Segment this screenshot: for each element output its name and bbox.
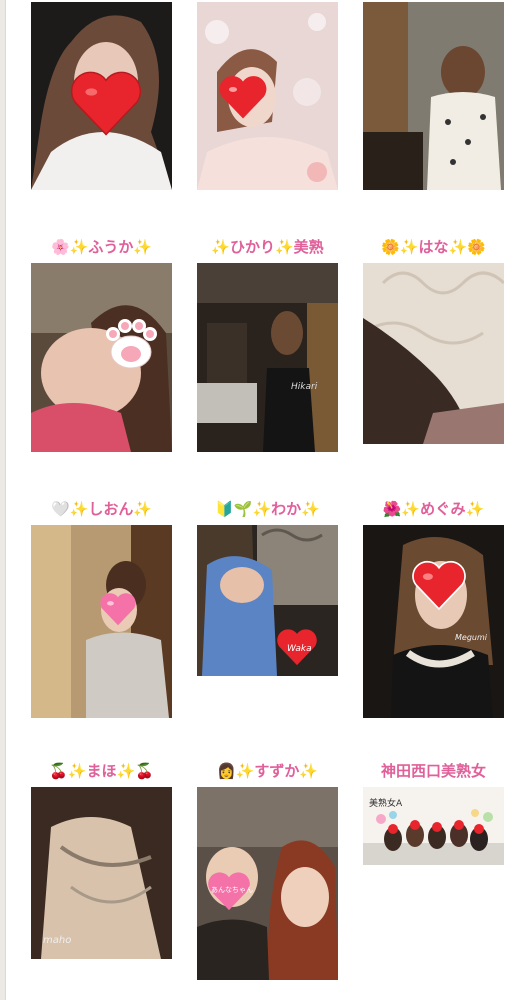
cast-name-label[interactable]: 🍒✨まほ✨🍒 [31, 760, 172, 781]
cast-name-label[interactable]: 🌸✨ふうか✨ [31, 236, 172, 257]
cat-paw-sticker-icon [103, 318, 159, 374]
cast-name-label[interactable]: 🌼✨はな✨🌼 [363, 236, 504, 257]
photo-caption: あんなちゃん [211, 886, 253, 894]
photo-signature: maho [43, 935, 72, 946]
photo-caption: 美熟女A [369, 799, 403, 809]
cast-name-label[interactable]: 神田西口美熟女 [363, 760, 504, 781]
page-left-edge [0, 0, 6, 1000]
heart-sticker-icon [411, 560, 467, 614]
cast-name-label[interactable]: 🌺✨めぐみ✨ [363, 498, 504, 519]
heart-sticker-icon [69, 70, 143, 140]
photo-signature: Hikari [291, 382, 318, 392]
cast-name-label[interactable]: 🤍✨しおん✨ [31, 498, 172, 519]
profile-photo[interactable] [363, 2, 504, 190]
heart-sticker-icon [99, 592, 137, 630]
profile-photo[interactable] [197, 263, 338, 452]
profile-photo[interactable] [31, 787, 172, 959]
profile-photo[interactable] [363, 525, 504, 718]
heart-sticker-icon [218, 74, 268, 124]
cast-name-label[interactable]: ✨ひかり✨美熟 [197, 236, 338, 257]
profile-photo[interactable] [363, 263, 504, 444]
cast-name-label[interactable]: 👩✨すずか✨ [197, 760, 338, 781]
photo-signature: Waka [287, 644, 312, 654]
photo-signature: Megumi [455, 633, 487, 642]
cast-name-label[interactable]: 🔰🌱✨わか✨ [197, 498, 338, 519]
